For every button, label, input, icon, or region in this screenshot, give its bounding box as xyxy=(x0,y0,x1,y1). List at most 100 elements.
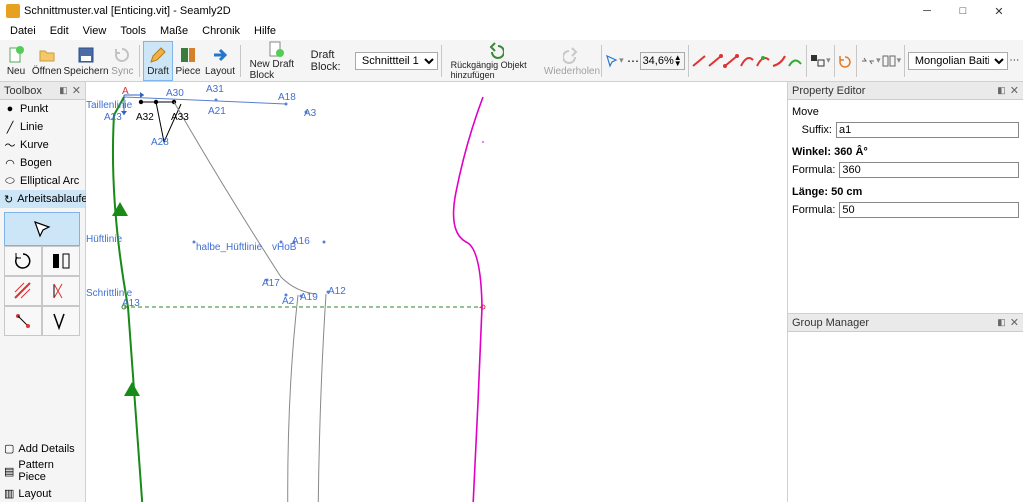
draft-block-label: Draft Block: xyxy=(311,49,352,73)
op-truedart[interactable] xyxy=(42,306,80,336)
ellipse-icon: ⬭ xyxy=(4,175,16,187)
formula-w-label: Formula: xyxy=(792,164,835,176)
pattern-piece[interactable]: ▤Pattern Piece xyxy=(0,457,85,485)
tool-arbeitsablaufe[interactable]: ↻Arbeitsablaufe xyxy=(0,190,85,208)
op-rotate[interactable] xyxy=(4,246,42,276)
property-editor-body: Move Suffix: Winkel: 360 Â° Formula: Län… xyxy=(788,100,1023,313)
winkel-header: Winkel: 360 Â° xyxy=(792,144,1019,160)
titlebar: Schnittmuster.val [Enticing.vit] - Seaml… xyxy=(0,0,1023,22)
details-icon: ▢ xyxy=(4,442,14,455)
open-button[interactable]: Öffnen xyxy=(30,41,64,81)
piece-mode-button[interactable]: Piece xyxy=(173,41,203,81)
undo-icon xyxy=(485,41,505,59)
draft-mode-button[interactable]: Draft xyxy=(143,41,173,81)
close-prop-icon[interactable]: ✕ xyxy=(1010,84,1019,97)
toolbox-panel: Toolbox◧✕ ●Punkt ╱Linie 〜Kurve ◠Bogen ⬭E… xyxy=(0,82,86,502)
file-new-icon xyxy=(6,45,26,65)
curve-handle-icon[interactable] xyxy=(755,52,771,70)
layout-list-icon: ▥ xyxy=(4,487,14,500)
sync-button[interactable]: Sync xyxy=(108,41,136,81)
pencil-icon xyxy=(148,45,168,65)
collapse-icon[interactable]: ◧ xyxy=(59,85,68,96)
line-dot-icon[interactable] xyxy=(707,52,723,70)
layout-item[interactable]: ▥Layout xyxy=(0,485,85,502)
draft-block-select[interactable]: Schnittteil 1 xyxy=(355,52,438,70)
redo-button[interactable]: Wiederholen xyxy=(546,41,599,81)
suffix-label: Suffix: xyxy=(792,124,832,136)
curve-arc-icon[interactable] xyxy=(771,52,787,70)
property-editor-header[interactable]: Property Editor◧✕ xyxy=(788,82,1023,100)
menu-edit[interactable]: Edit xyxy=(44,23,75,39)
op-mirror-line[interactable] xyxy=(42,276,80,306)
font-select[interactable]: Mongolian Baiti xyxy=(908,52,1008,70)
point-icon: ● xyxy=(4,103,16,115)
formula-l-label: Formula: xyxy=(792,204,835,216)
undo-button[interactable]: Rückgängig Objekt hinzufügen xyxy=(445,41,546,81)
workflow-icon: ↻ xyxy=(4,193,13,205)
zoom-level[interactable]: 34,6%▲▼ xyxy=(640,52,685,70)
arc-icon: ◠ xyxy=(4,157,16,169)
layout-arrow-icon xyxy=(210,45,230,65)
group-manager-header[interactable]: Group Manager◧✕ xyxy=(788,314,1023,332)
line-icon: ╱ xyxy=(4,121,16,133)
document-plus-icon xyxy=(266,40,286,58)
new-button[interactable]: Neu xyxy=(2,41,30,81)
laenge-header: Länge: 50 cm xyxy=(792,184,1019,200)
curve-icon: 〜 xyxy=(4,139,16,151)
close-group-icon[interactable]: ✕ xyxy=(1010,316,1019,329)
tool-elliptical[interactable]: ⬭Elliptical Arc xyxy=(0,172,85,190)
formula-winkel-input[interactable] xyxy=(839,162,1019,178)
menu-hilfe[interactable]: Hilfe xyxy=(248,23,282,39)
tool-kurve[interactable]: 〜Kurve xyxy=(0,136,85,154)
sync-icon xyxy=(112,45,132,65)
menu-tools[interactable]: Tools xyxy=(114,23,152,39)
op-move[interactable] xyxy=(4,306,42,336)
line-red-icon[interactable] xyxy=(691,52,707,70)
line-seg-icon[interactable] xyxy=(723,52,739,70)
tool-punkt[interactable]: ●Punkt xyxy=(0,100,85,118)
collapse-icon[interactable]: ◧ xyxy=(997,85,1006,96)
save-icon xyxy=(76,45,96,65)
right-pane: Property Editor◧✕ Move Suffix: Winkel: 3… xyxy=(787,82,1023,502)
op-stripe[interactable] xyxy=(4,276,42,306)
main-toolbar: Neu Öffnen Speichern Sync Draft Piece La… xyxy=(0,40,1023,82)
op-cursor[interactable] xyxy=(4,212,80,246)
redo-icon xyxy=(562,45,582,65)
window-title: Schnittmuster.val [Enticing.vit] - Seaml… xyxy=(24,5,909,17)
curve-red-icon[interactable] xyxy=(739,52,755,70)
cursor-tool-icon[interactable] xyxy=(605,52,619,70)
menubar: Datei Edit View Tools Maße Chronik Hilfe xyxy=(0,22,1023,40)
new-draft-block-button[interactable]: New Draft Block xyxy=(244,41,308,81)
maximize-button[interactable]: □ xyxy=(945,0,981,22)
dots-icon[interactable]: ⋯ xyxy=(627,52,640,70)
piece-list-icon: ▤ xyxy=(4,465,14,478)
drawing-canvas[interactable]: A A23 A32 A33 A30 A31 A21 A18 A3 A28 Tai… xyxy=(86,82,787,502)
tool-bogen[interactable]: ◠Bogen xyxy=(0,154,85,172)
flip-h-icon[interactable] xyxy=(860,52,876,70)
font-dropdown-icon[interactable]: ⋯ xyxy=(1008,52,1021,70)
flip-v-icon[interactable] xyxy=(881,52,897,70)
menu-view[interactable]: View xyxy=(77,23,113,39)
layout-mode-button[interactable]: Layout xyxy=(203,41,237,81)
group-manager-body xyxy=(788,332,1023,502)
curve-green-icon[interactable] xyxy=(787,52,803,70)
op-name: Move xyxy=(792,104,1019,120)
add-details[interactable]: ▢Add Details xyxy=(0,440,85,457)
formula-laenge-input[interactable] xyxy=(839,202,1019,218)
close-panel-icon[interactable]: ✕ xyxy=(72,84,81,97)
menu-masse[interactable]: Maße xyxy=(154,23,194,39)
menu-datei[interactable]: Datei xyxy=(4,23,42,39)
suffix-input[interactable] xyxy=(836,122,1019,138)
group-icon[interactable] xyxy=(810,52,826,70)
close-button[interactable]: ✕ xyxy=(981,0,1017,22)
folder-open-icon xyxy=(37,45,57,65)
tool-linie[interactable]: ╱Linie xyxy=(0,118,85,136)
collapse-icon[interactable]: ◧ xyxy=(997,317,1006,328)
save-button[interactable]: Speichern xyxy=(64,41,109,81)
rotate-icon[interactable] xyxy=(837,52,853,70)
op-mirror[interactable] xyxy=(42,246,80,276)
minimize-button[interactable]: ─ xyxy=(909,0,945,22)
toolbox-header[interactable]: Toolbox◧✕ xyxy=(0,82,85,100)
piece-icon xyxy=(178,45,198,65)
menu-chronik[interactable]: Chronik xyxy=(196,23,246,39)
